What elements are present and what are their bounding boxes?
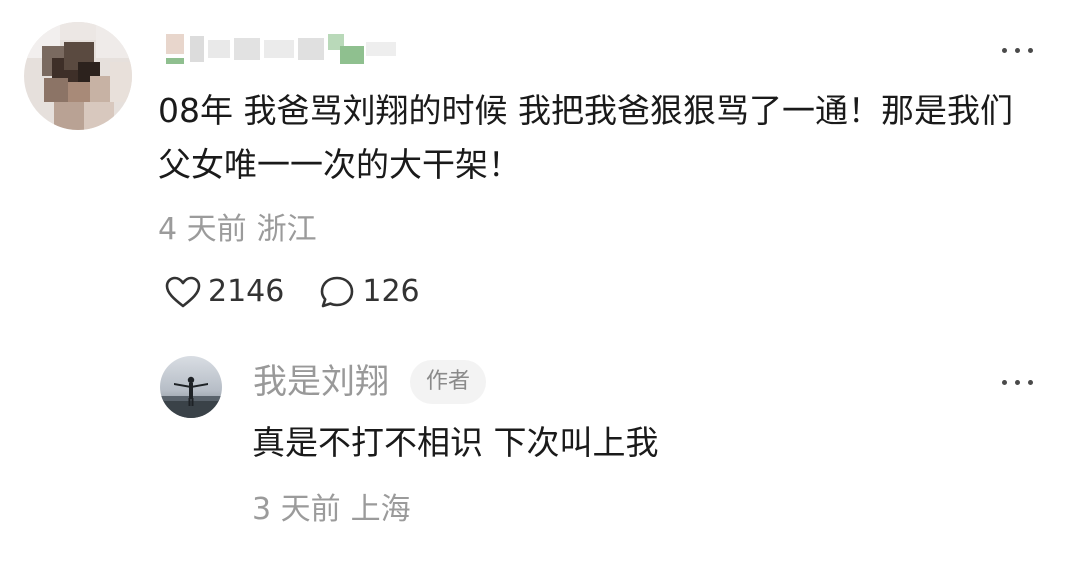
silhouette-avatar-image [160, 356, 222, 418]
blurred-username-image [166, 34, 396, 64]
reply-count: 126 [362, 274, 420, 309]
pixelated-avatar-image [24, 22, 132, 130]
comment-body: 08年 我爸骂刘翔的时候 我把我爸狠狠骂了一通！那是我们父女唯一一次的大干架！ [158, 91, 1013, 184]
reply-location: 上海 [350, 492, 411, 527]
comment-bubble-icon [321, 276, 354, 308]
comment-time: 4 天前 [158, 212, 247, 247]
username-blurred[interactable] [160, 24, 400, 70]
more-options-button[interactable] [1000, 372, 1036, 392]
avatar[interactable] [160, 356, 222, 418]
heart-icon [165, 276, 201, 308]
reply-item: 我是刘翔 作者 真是不打不相识 下次叫上我 3 天前 上海 [0, 340, 1080, 579]
comment-item: 08年 我爸骂刘翔的时候 我把我爸狠狠骂了一通！那是我们父女唯一一次的大干架！ … [0, 0, 1080, 340]
reply-button[interactable]: 126 [318, 272, 420, 312]
like-count: 2146 [208, 274, 285, 309]
comment-location: 浙江 [256, 212, 317, 247]
reply-time: 3 天前 [252, 492, 341, 527]
like-button[interactable]: 2146 [164, 272, 284, 312]
reply-username[interactable]: 我是刘翔 [253, 360, 389, 404]
more-dots-icon [1002, 380, 1007, 385]
author-badge: 作者 [410, 360, 487, 404]
comment-actions: 2146 126 [164, 272, 454, 312]
comment-meta: 4 天前 浙江 [158, 210, 317, 250]
reply-meta: 3 天前 上海 [252, 490, 411, 530]
more-options-button[interactable] [1000, 40, 1036, 60]
more-dots-icon [1002, 48, 1007, 53]
avatar[interactable] [24, 22, 132, 130]
reply-body: 真是不打不相识 下次叫上我 [252, 423, 659, 462]
